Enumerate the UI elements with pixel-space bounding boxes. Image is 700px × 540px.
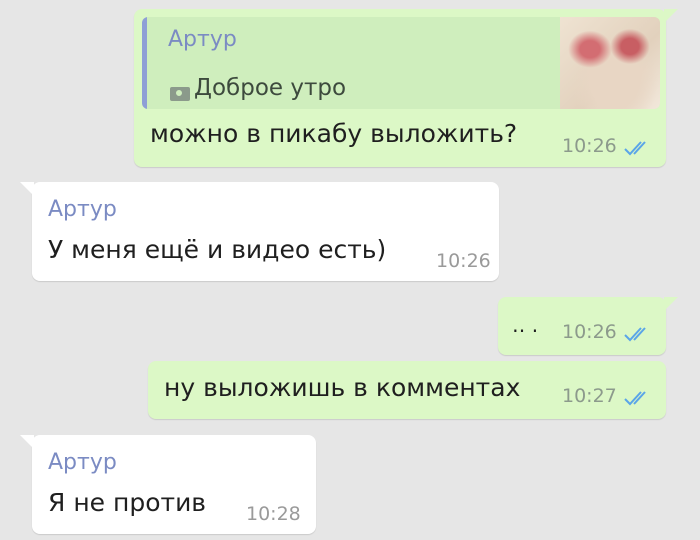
quote-sender-name: Артур <box>168 27 237 52</box>
message-time: 10:28 <box>246 503 301 525</box>
message-text: Я не против <box>48 488 207 517</box>
message-text: ну выложишь в комментах <box>164 373 521 402</box>
quote-accent-bar <box>142 17 147 109</box>
message-text: ‥ . <box>512 313 539 337</box>
message-text: можно в пикабу выложить? <box>150 119 518 148</box>
read-ticks-icon <box>624 391 646 406</box>
outgoing-message-bubble[interactable]: ‥ . 10:26 <box>498 297 678 355</box>
incoming-message-bubble[interactable]: Артур Я не против 10:28 <box>20 435 316 534</box>
message-time: 10:26 <box>562 321 617 343</box>
message-time: 10:27 <box>562 385 617 407</box>
quote-photo-thumbnail[interactable] <box>560 17 660 109</box>
outgoing-message-bubble[interactable]: Артур Доброе утро можно в пикабу выложит… <box>134 9 678 167</box>
message-time: 10:26 <box>436 250 491 272</box>
read-ticks-icon <box>624 141 646 156</box>
camera-icon <box>170 87 190 101</box>
sender-name: Артур <box>48 450 117 475</box>
read-ticks-icon <box>624 327 646 342</box>
outgoing-message-bubble[interactable]: ну выложишь в комментах 10:27 <box>148 361 666 419</box>
quote-text: Доброе утро <box>194 75 347 101</box>
quoted-message[interactable]: Артур Доброе утро <box>142 17 660 109</box>
message-time: 10:26 <box>562 135 617 157</box>
incoming-message-bubble[interactable]: Артур У меня ещё и видео есть) 10:26 <box>20 182 499 281</box>
message-text: У меня ещё и видео есть) <box>48 235 387 264</box>
sender-name: Артур <box>48 197 117 222</box>
